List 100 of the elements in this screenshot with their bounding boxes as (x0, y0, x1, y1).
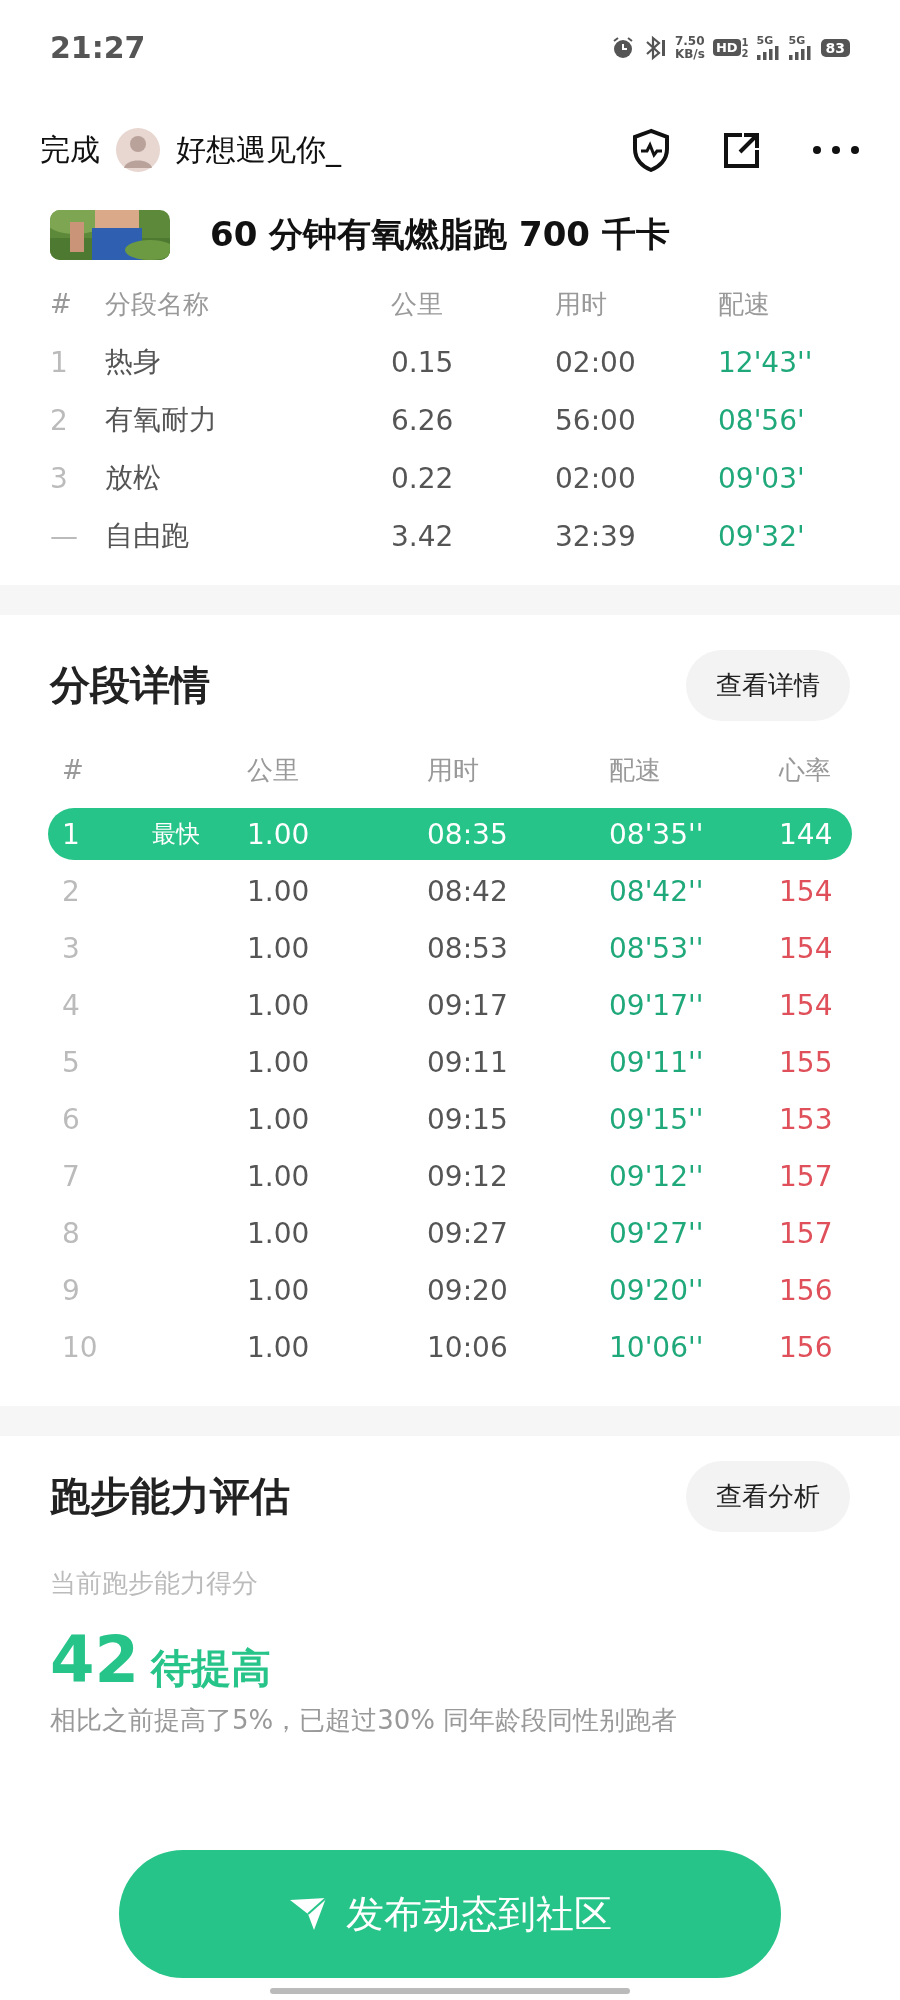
score-summary: 相比之前提高了5%，已超过30% 同年龄段同性别跑者 (50, 1704, 679, 1737)
table-cell-text: 154 (779, 875, 834, 908)
table-cell-text: 3.42 (391, 519, 455, 553)
sim-number: 2 (741, 47, 749, 59)
table-cell-text: 1.00 (247, 989, 311, 1022)
table-cell-text: 有氧耐力 (105, 402, 218, 438)
table-cell-text: 156 (779, 1331, 834, 1364)
signal-icon (756, 46, 781, 60)
table-cell-text: 09'03' (718, 461, 806, 495)
table-cell-text: 09'15'' (609, 1103, 705, 1136)
score-label: 当前跑步能力得分 (50, 1567, 259, 1600)
section-title: 分段详情 (50, 660, 210, 710)
table-cell-text: 155 (779, 1046, 834, 1079)
table-cell-text: 6 (62, 1103, 81, 1136)
table-cell-text: 157 (779, 1217, 834, 1250)
table-cell-text: 09:11 (427, 1046, 509, 1079)
table-cell-text: 5 (62, 1046, 81, 1079)
table-cell-text: 0.15 (391, 345, 455, 379)
table-cell-text: 09:17 (427, 989, 509, 1022)
table-cell-text: 56:00 (555, 403, 637, 437)
table-cell-text: 09'27'' (609, 1217, 705, 1250)
table-cell-text: 2 (50, 403, 69, 437)
table-cell-text: 08:35 (427, 817, 509, 851)
table-cell-text: 08'53'' (609, 932, 705, 965)
table-cell-text: 12'43'' (718, 345, 814, 379)
table-cell-text: 154 (779, 989, 834, 1022)
sim-number: 1 (741, 36, 749, 48)
table-cell-text: 09:15 (427, 1103, 509, 1136)
column-header: 用时 (427, 753, 480, 787)
table-cell-text: 09'20'' (609, 1274, 705, 1307)
table-cell-text: 3 (62, 932, 81, 965)
table-cell-text: 6.26 (391, 403, 455, 437)
analysis-button[interactable]: 查看分析 (686, 1460, 850, 1532)
table-cell-text: 02:00 (555, 345, 637, 379)
table-cell-text: 02:00 (555, 461, 637, 495)
table-cell-text: 10:06 (427, 1331, 509, 1364)
table-cell-text: 154 (779, 932, 834, 965)
column-header: 配速 (718, 287, 771, 321)
signal-icon (788, 46, 813, 60)
user-name[interactable]: 好想遇见你_ (176, 129, 341, 171)
section-title: 跑步能力评估 (50, 1471, 290, 1521)
table-cell-text: 热身 (105, 344, 162, 380)
network-type: 5G (788, 35, 806, 46)
table-cell-text: 08'35'' (609, 817, 705, 851)
table-cell-text: 09'32' (718, 519, 806, 553)
table-cell-text: 157 (779, 1160, 834, 1193)
table-cell-text: 1.00 (247, 817, 311, 851)
table-cell-text: 3 (50, 461, 69, 495)
table-cell-text: 09'12'' (609, 1160, 705, 1193)
more-icon[interactable] (812, 145, 860, 155)
table-cell-text: 7 (62, 1160, 81, 1193)
table-cell-text: — (50, 519, 79, 553)
score-value: 42 (50, 1623, 140, 1697)
battery-level: 83 (820, 38, 850, 57)
table-cell-text: 9 (62, 1274, 81, 1307)
column-header: 用时 (555, 287, 608, 321)
table-cell-text: 08:42 (427, 875, 509, 908)
table-cell-text: 09:12 (427, 1160, 509, 1193)
share-icon[interactable] (722, 130, 762, 170)
send-icon (288, 1896, 328, 1932)
column-header: 配速 (609, 753, 662, 787)
workout-title: 60 分钟有氧燃脂跑 700 千卡 (210, 213, 670, 256)
table-cell-text: 10'06'' (609, 1331, 705, 1364)
column-header: 心率 (779, 753, 832, 787)
speed-unit: KB/s (674, 47, 705, 61)
table-cell-text: 0.22 (391, 461, 455, 495)
table-cell-text: 4 (62, 989, 81, 1022)
shield-icon[interactable] (630, 128, 672, 172)
table-cell-text: 09'11'' (609, 1046, 705, 1079)
details-button[interactable]: 查看详情 (686, 649, 850, 721)
column-header: 公里 (247, 753, 300, 787)
table-cell-text: 144 (779, 817, 834, 851)
column-header: 公里 (391, 287, 444, 321)
network-type: 5G (756, 35, 774, 46)
table-cell-text: 09'17'' (609, 989, 705, 1022)
table-cell-text: 08:53 (427, 932, 509, 965)
table-cell-text: 156 (779, 1274, 834, 1307)
table-cell-text: 1.00 (247, 1331, 311, 1364)
table-cell-text: 1.00 (247, 932, 311, 965)
table-cell-text: 08'42'' (609, 875, 705, 908)
table-cell-text: 1.00 (247, 875, 311, 908)
status-time: 21:27 (50, 30, 146, 65)
table-cell-text: 10 (62, 1331, 99, 1364)
done-button[interactable]: 完成 (40, 129, 100, 171)
table-cell-text: 1.00 (247, 1217, 311, 1250)
table-cell-text: 153 (779, 1103, 834, 1136)
table-cell-text: 08'56' (718, 403, 806, 437)
table-cell-text: 32:39 (555, 519, 637, 553)
table-cell-text: 1.00 (247, 1160, 311, 1193)
table-cell-text: 1 (62, 817, 81, 851)
score-rating: 待提高 (151, 1644, 272, 1693)
table-cell-text: 放松 (105, 460, 162, 496)
table-cell-text: 1 (50, 345, 69, 379)
table-cell-text: 09:27 (427, 1217, 509, 1250)
column-header: 分段名称 (105, 287, 210, 321)
hd-badge: HD (712, 39, 741, 56)
table-cell-text: 1.00 (247, 1046, 311, 1079)
column-header: # (50, 289, 73, 319)
table-cell-text: 1.00 (247, 1103, 311, 1136)
table-cell-text: 2 (62, 875, 81, 908)
